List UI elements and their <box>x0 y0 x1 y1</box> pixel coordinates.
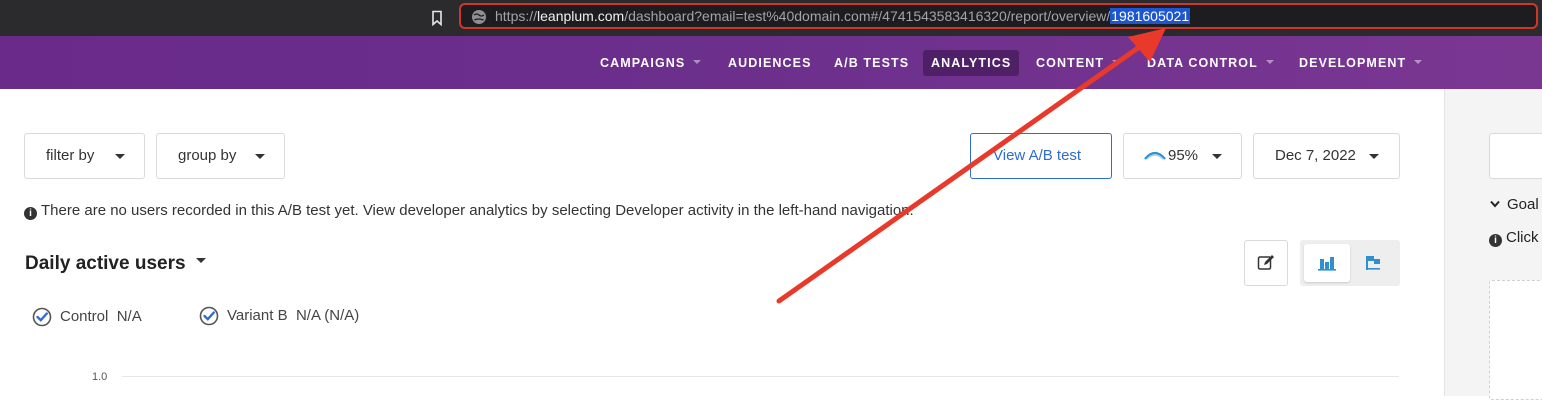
globe-icon <box>472 10 486 24</box>
nav-analytics[interactable]: ANALYTICS <box>923 50 1019 76</box>
nav-data-control[interactable]: DATA CONTROL <box>1139 50 1282 76</box>
flag-icon <box>1366 256 1380 270</box>
chart-title: Daily active users <box>25 253 186 274</box>
url-host: leanplum.com <box>537 8 625 24</box>
side-panel-input[interactable] <box>1489 133 1542 179</box>
y-axis-tick-label: 1.0 <box>92 371 108 383</box>
caret-down-icon <box>115 154 125 159</box>
flag-chart-toggle[interactable] <box>1350 244 1396 282</box>
caret-down-icon <box>255 154 265 159</box>
date-picker-dropdown[interactable]: Dec 7, 2022 <box>1253 133 1400 179</box>
chevron-down-icon <box>693 59 702 64</box>
filter-by-label: filter by <box>46 147 95 164</box>
view-ab-test-button[interactable]: View A/B test <box>970 133 1112 179</box>
chart-type-toggle <box>1300 240 1400 286</box>
nav-ab-tests[interactable]: A/B TESTS <box>826 50 917 76</box>
nav-campaigns[interactable]: CAMPAIGNS <box>592 50 709 76</box>
nav-development-label: DEVELOPMENT <box>1299 56 1407 70</box>
nav-audiences-label: AUDIENCES <box>728 56 812 70</box>
nav-content-label: CONTENT <box>1036 56 1105 70</box>
edit-icon <box>1257 255 1274 270</box>
legend-control-name: Control <box>60 308 109 325</box>
bar-chart-icon <box>1318 257 1336 271</box>
bookmark-icon[interactable] <box>430 10 444 26</box>
filter-by-dropdown[interactable]: filter by <box>24 133 145 179</box>
chart-metric-selector[interactable]: Daily active users <box>25 253 206 275</box>
chart-gridline <box>122 376 1399 377</box>
legend-variant-b-value: N/A (N/A) <box>295 307 360 324</box>
confidence-dropdown[interactable]: 95% <box>1123 133 1242 179</box>
click-hint: i Click <box>1489 229 1539 247</box>
url-scheme: https:// <box>495 8 538 24</box>
url-text[interactable]: https://leanplum.com/dashboard?email=tes… <box>495 8 1191 24</box>
legend-variant-b-name: Variant B <box>227 307 288 324</box>
bar-chart-toggle[interactable] <box>1304 244 1350 282</box>
edit-chart-button[interactable] <box>1244 240 1288 286</box>
nav-content[interactable]: CONTENT <box>1028 50 1128 76</box>
top-navigation: CAMPAIGNS AUDIENCES A/B TESTS ANALYTICS … <box>0 36 1542 89</box>
caret-down-icon <box>195 258 206 264</box>
goal-section-toggle[interactable]: Goal <box>1490 196 1539 213</box>
browser-toolbar: https://leanplum.com/dashboard?email=tes… <box>0 0 1542 36</box>
address-bar[interactable]: https://leanplum.com/dashboard?email=tes… <box>459 3 1538 29</box>
drop-zone[interactable] <box>1489 280 1542 400</box>
goal-label: Goal <box>1507 196 1539 213</box>
caret-down-icon <box>1369 154 1379 159</box>
nav-data-control-label: DATA CONTROL <box>1147 56 1258 70</box>
legend-control-value: N/A <box>116 308 142 325</box>
chevron-down-icon <box>1265 59 1274 64</box>
group-by-dropdown[interactable]: group by <box>156 133 285 179</box>
nav-campaigns-label: CAMPAIGNS <box>600 56 686 70</box>
nav-ab-tests-label: A/B TESTS <box>834 56 910 70</box>
view-ab-test-label: View A/B test <box>993 147 1082 164</box>
url-selected-id: 1981605021 <box>1110 8 1191 24</box>
nav-audiences[interactable]: AUDIENCES <box>720 50 820 76</box>
nav-analytics-label: ANALYTICS <box>931 56 1012 70</box>
confidence-label: 95% <box>1168 147 1199 164</box>
confidence-curve-icon <box>1144 151 1166 160</box>
group-by-label: group by <box>178 147 237 164</box>
notice-text: There are no users recorded in this A/B … <box>41 202 914 219</box>
chevron-down-icon <box>1112 59 1121 64</box>
url-path: /dashboard?email=test%40domain.com#/4741… <box>624 8 1111 24</box>
chevron-down-icon <box>1490 200 1500 208</box>
checkbox-checked-icon <box>32 307 52 327</box>
checkbox-checked-icon <box>199 306 219 326</box>
nav-development[interactable]: DEVELOPMENT <box>1291 50 1430 76</box>
chevron-down-icon <box>1414 59 1423 64</box>
info-icon: i <box>24 207 37 220</box>
info-icon: i <box>1489 234 1502 247</box>
report-main: filter by group by View A/B test 95% Dec… <box>0 89 1444 396</box>
click-label: Click <box>1506 229 1539 246</box>
date-label: Dec 7, 2022 <box>1275 147 1356 164</box>
caret-down-icon <box>1212 154 1222 159</box>
no-users-notice: i There are no users recorded in this A/B… <box>24 202 914 220</box>
